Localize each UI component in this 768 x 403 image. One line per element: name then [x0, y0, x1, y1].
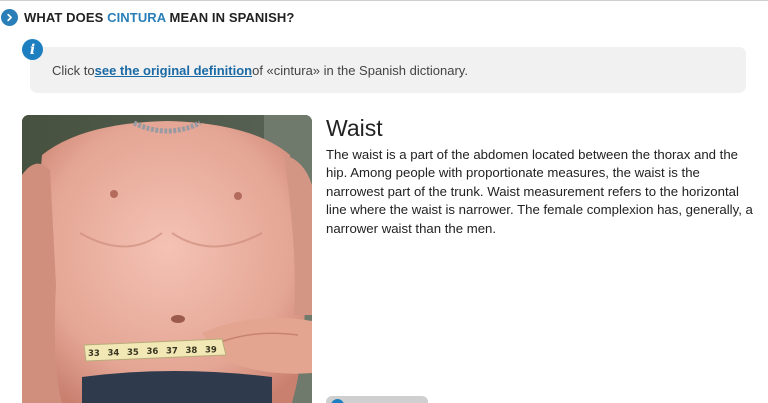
- section-title-suffix: MEAN IN SPANISH?: [165, 9, 295, 25]
- original-definition-link[interactable]: see the original definition: [95, 63, 252, 78]
- info-box: Click to see the original definition of …: [30, 47, 746, 93]
- waist-photo: 33 34 35 36 37 38 39: [22, 115, 312, 403]
- tape-mark: 36: [147, 347, 159, 357]
- info-icon: i: [22, 39, 43, 60]
- tape-mark: 34: [108, 348, 120, 358]
- section-title-keyword: CINTURA: [107, 9, 166, 25]
- more-button[interactable]: [326, 396, 428, 403]
- tape-mark: 39: [205, 345, 217, 355]
- button-icon: [331, 399, 344, 403]
- tape-mark: 35: [127, 348, 139, 358]
- info-suffix: of «cintura» in the Spanish dictionary.: [252, 62, 468, 78]
- tape-mark: 33: [88, 349, 100, 359]
- top-divider: [0, 0, 768, 1]
- info-prefix: Click to: [52, 62, 95, 78]
- entry-definition: The waist is a part of the abdomen locat…: [326, 147, 753, 236]
- section-title: WHAT DOES CINTURA MEAN IN SPANISH?: [24, 10, 294, 25]
- tape-mark: 37: [166, 347, 178, 357]
- section-header: WHAT DOES CINTURA MEAN IN SPANISH?: [0, 7, 294, 27]
- tape-mark: 38: [186, 346, 198, 356]
- chevron-right-icon[interactable]: [1, 8, 18, 26]
- section-title-prefix: WHAT DOES: [24, 9, 108, 25]
- entry-title: Waist: [326, 115, 383, 141]
